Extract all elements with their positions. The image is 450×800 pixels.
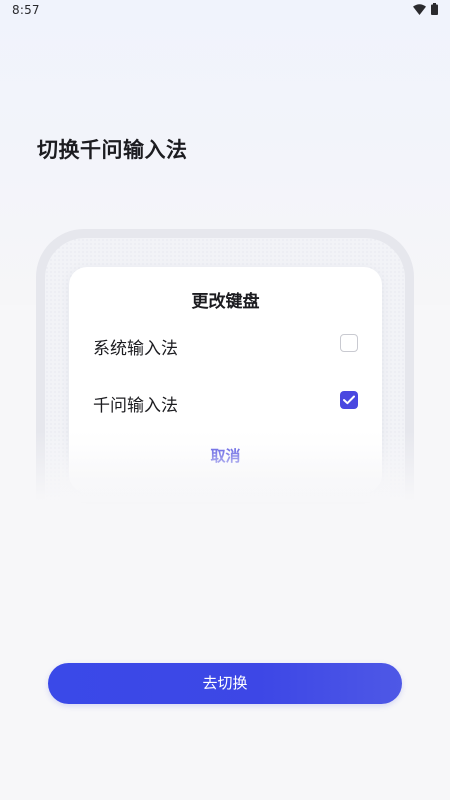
option-qianwen-ime[interactable]: 千问输入法 — [93, 387, 358, 417]
option-label: 系统输入法 — [93, 339, 178, 359]
status-time: 8:57 — [12, 3, 40, 17]
status-bar: 8:57 — [0, 0, 450, 22]
checkmark-icon — [343, 395, 355, 405]
checkbox-unchecked-icon[interactable] — [340, 334, 358, 352]
dialog-fade — [60, 452, 390, 502]
battery-icon — [431, 3, 438, 15]
switch-button[interactable]: 去切换 — [48, 663, 402, 704]
option-system-ime[interactable]: 系统输入法 — [93, 330, 358, 360]
option-label: 千问输入法 — [93, 396, 178, 416]
checkbox-checked-icon[interactable] — [340, 391, 358, 409]
wifi-icon — [413, 4, 426, 15]
dialog-title: 更改键盘 — [191, 292, 260, 312]
page-title: 切换千问输入法 — [37, 138, 188, 162]
